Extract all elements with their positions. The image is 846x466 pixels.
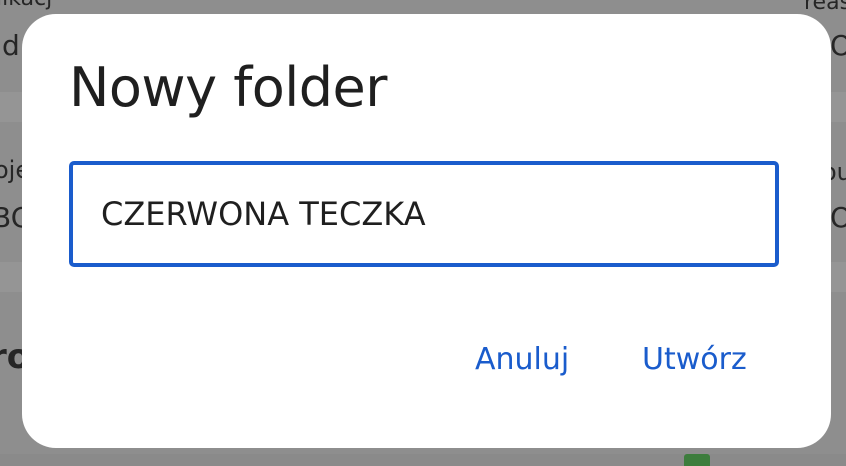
background-text: O: [830, 29, 846, 62]
dialog-title: Nowy folder: [69, 56, 387, 119]
background-text: likacj: [0, 0, 52, 10]
create-button[interactable]: Utwórz: [636, 336, 753, 384]
folder-name-input[interactable]: [69, 161, 779, 267]
background-bottom-edge: [0, 454, 846, 466]
background-app-icon: [684, 454, 710, 466]
background-text: O: [830, 201, 846, 234]
new-folder-dialog: Nowy folder Anuluj Utwórz: [22, 14, 831, 448]
background-text: d: [2, 29, 20, 62]
background-text: reas: [804, 0, 846, 15]
cancel-button[interactable]: Anuluj: [469, 336, 575, 384]
